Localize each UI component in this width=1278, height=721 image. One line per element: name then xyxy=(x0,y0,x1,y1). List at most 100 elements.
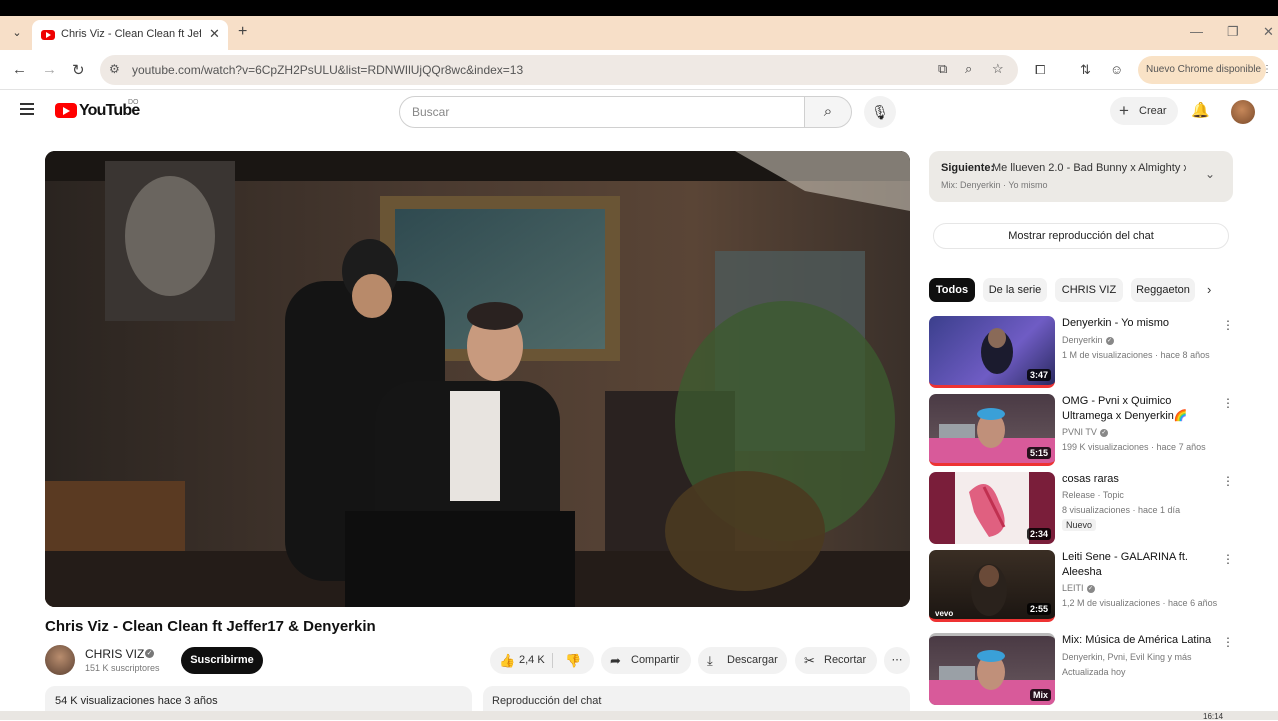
chip-chris-viz[interactable]: CHRIS VIZ xyxy=(1055,278,1123,302)
chip-de-la-serie[interactable]: De la serie xyxy=(983,278,1047,302)
chevron-down-icon[interactable]: ⌄ xyxy=(1205,167,1215,181)
maximize-button[interactable]: ❐ xyxy=(1227,24,1239,40)
bookmark-star-icon[interactable]: ☆ xyxy=(992,61,1004,77)
tab-search-icon[interactable]: ⌄ xyxy=(8,24,26,42)
chat-replay-title: Reproducción del chat xyxy=(492,695,602,707)
duration-badge: 3:47 xyxy=(1026,369,1051,381)
close-window-button[interactable]: ✕ xyxy=(1263,24,1274,40)
reload-icon[interactable]: ↻ xyxy=(72,61,85,79)
share-button[interactable]: ➦ Compartir xyxy=(601,647,691,674)
site-info-icon[interactable]: ⚙ xyxy=(109,62,120,76)
list-item[interactable]: 2:34 cosas raras Release · Topic 8 visua… xyxy=(929,472,1234,544)
dislike-icon[interactable]: 👎 xyxy=(565,647,581,674)
next-label: Siguiente: xyxy=(941,162,995,174)
video-thumbnail[interactable]: 2:34 xyxy=(929,472,1055,544)
address-bar[interactable]: ⚙ youtube.com/watch?v=6CpZH2PsULU&list=R… xyxy=(100,55,1018,85)
video-title[interactable]: Denyerkin - Yo mismo xyxy=(1062,316,1214,331)
video-thumbnail[interactable]: Mix xyxy=(929,633,1055,705)
extensions-icon[interactable]: ⧠ xyxy=(1035,62,1045,78)
list-item[interactable]: vevo 2:55 Leiti Sene - GALARINA ft. Alee… xyxy=(929,550,1234,622)
plus-icon: + xyxy=(1119,101,1129,120)
channel-name[interactable]: LEITI ✓ xyxy=(1062,583,1095,593)
channel-avatar[interactable] xyxy=(45,645,75,675)
chrome-update-label: Nuevo Chrome disponible xyxy=(1146,64,1262,75)
share-icon: ➦ xyxy=(610,653,621,668)
youtube-favicon-icon xyxy=(41,30,55,40)
channel-name[interactable]: CHRIS VIZ xyxy=(85,647,144,661)
os-taskbar: 16:14 xyxy=(0,711,1278,721)
video-thumbnail[interactable]: 3:47 xyxy=(929,316,1055,388)
channel-name[interactable]: Release · Topic xyxy=(1062,490,1124,500)
subscriber-count: 151 K suscriptores xyxy=(85,663,160,673)
like-icon[interactable]: 👍 xyxy=(499,647,515,674)
like-dislike-group: 👍 2,4 K 👎 xyxy=(490,647,594,674)
menu-hamburger-icon[interactable] xyxy=(20,103,34,115)
search-input[interactable] xyxy=(412,103,792,121)
chrome-menu-icon[interactable]: ⋮ xyxy=(1262,64,1272,75)
chip-reggaeton[interactable]: Reggaeton xyxy=(1131,278,1195,302)
share-label: Compartir xyxy=(631,654,680,666)
verified-badge-icon: ✓ xyxy=(1099,428,1108,437)
video-title[interactable]: Mix: Música de América Latina xyxy=(1062,633,1214,648)
channel-name[interactable]: Denyerkin ✓ xyxy=(1062,335,1114,345)
zoom-icon[interactable]: ⌕ xyxy=(965,61,972,77)
scissors-icon: ✂ xyxy=(804,653,815,668)
profile-icon[interactable]: ☺ xyxy=(1110,62,1123,77)
like-count[interactable]: 2,4 K xyxy=(519,647,545,674)
forward-icon[interactable]: → xyxy=(42,61,57,78)
list-item[interactable]: 5:15 OMG - Pvni x Quimico Ultramega x De… xyxy=(929,394,1234,466)
more-options-icon[interactable]: ⋮ xyxy=(1222,474,1234,488)
video-thumbnail[interactable]: vevo 2:55 xyxy=(929,550,1055,622)
clip-label: Recortar xyxy=(824,654,867,666)
chip-todos[interactable]: Todos xyxy=(929,278,975,302)
channel-label: Denyerkin xyxy=(1062,335,1103,345)
list-item[interactable]: Mix Mix: Música de América Latina Denyer… xyxy=(929,633,1234,705)
new-tab-button[interactable]: + xyxy=(238,23,247,41)
minimize-button[interactable]: — xyxy=(1190,24,1203,39)
video-title[interactable]: cosas raras xyxy=(1062,472,1214,487)
more-options-icon[interactable]: ⋮ xyxy=(1222,635,1234,649)
video-title[interactable]: Leiti Sene - GALARINA ft. Aleesha xyxy=(1062,550,1214,580)
browser-tab[interactable]: Chris Viz - Clean Clean ft Jeffer ✕ xyxy=(32,20,228,50)
more-actions-button[interactable]: ⋯ xyxy=(884,647,910,674)
show-chat-replay-button[interactable]: Mostrar reproducción del chat xyxy=(933,223,1229,249)
voice-search-button[interactable]: 🎙 xyxy=(864,96,896,128)
youtube-logo-icon[interactable] xyxy=(55,103,77,118)
search-box xyxy=(399,96,805,128)
divider xyxy=(552,653,553,668)
video-meta: 1,2 M de visualizaciones · hace 6 años xyxy=(1062,598,1218,608)
duration-badge: 2:55 xyxy=(1026,603,1051,615)
back-icon[interactable]: ← xyxy=(12,61,27,78)
more-options-icon[interactable]: ⋮ xyxy=(1222,318,1234,332)
subscribe-button[interactable]: Suscribirme xyxy=(181,647,263,674)
account-avatar[interactable] xyxy=(1231,100,1255,124)
browser-tab-strip: ⌄ Chris Viz - Clean Clean ft Jeffer ✕ + … xyxy=(0,16,1278,50)
country-code: DO xyxy=(128,99,139,106)
download-icon: ⤓ xyxy=(707,653,713,668)
create-button[interactable]: + Crear xyxy=(1110,97,1178,125)
more-options-icon[interactable]: ⋮ xyxy=(1222,396,1234,410)
browser-toolbar: ← → ↻ ⚙ youtube.com/watch?v=6CpZH2PsULU&… xyxy=(0,50,1278,90)
more-options-icon[interactable]: ⋮ xyxy=(1222,552,1234,566)
svg-text:vevo: vevo xyxy=(935,609,953,618)
install-app-icon[interactable]: ⧉ xyxy=(938,61,947,77)
video-player[interactable] xyxy=(45,151,910,607)
channel-name[interactable]: Denyerkin, Pvni, Evil King y más xyxy=(1062,652,1192,662)
create-label: Crear xyxy=(1139,105,1167,117)
up-next-box[interactable]: Siguiente: Me llueven 2.0 - Bad Bunny x … xyxy=(929,151,1233,202)
duration-badge: 5:15 xyxy=(1026,447,1051,459)
clip-button[interactable]: ✂ Recortar xyxy=(795,647,877,674)
notifications-bell-icon[interactable]: 🔔 xyxy=(1191,101,1210,119)
tab-close-icon[interactable]: ✕ xyxy=(209,26,220,42)
chevron-right-icon[interactable]: › xyxy=(1207,282,1211,297)
url-text[interactable]: youtube.com/watch?v=6CpZH2PsULU&list=RDN… xyxy=(132,63,523,77)
translate-icon[interactable]: ⇅ xyxy=(1080,62,1091,78)
video-title[interactable]: OMG - Pvni x Quimico Ultramega x Denyerk… xyxy=(1062,394,1214,424)
verified-badge-icon: ✓ xyxy=(1086,584,1095,593)
channel-name[interactable]: PVNI TV ✓ xyxy=(1062,427,1108,437)
download-button[interactable]: ⤓ Descargar xyxy=(698,647,787,674)
list-item[interactable]: 3:47 Denyerkin - Yo mismo Denyerkin ✓ 1 M… xyxy=(929,316,1234,388)
search-button[interactable]: ⌕ xyxy=(804,96,852,128)
video-thumbnail[interactable]: 5:15 xyxy=(929,394,1055,466)
chrome-update-button[interactable]: Nuevo Chrome disponible ⋮ xyxy=(1138,56,1272,84)
